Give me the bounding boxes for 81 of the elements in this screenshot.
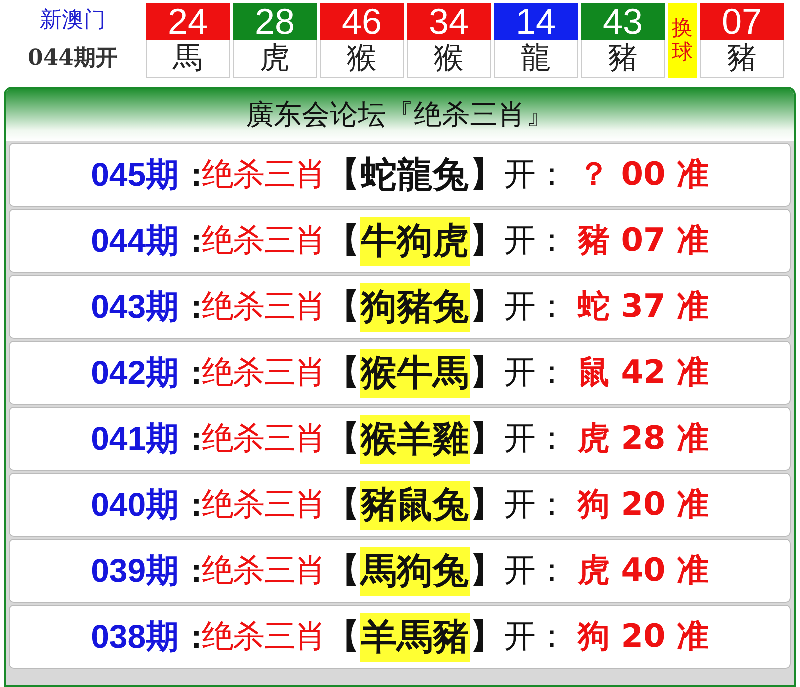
period-number: 044期 <box>91 220 180 260</box>
zodiac-label: 馬 <box>146 40 230 78</box>
bracket-text: 】 <box>470 550 504 593</box>
pick-text: 豬鼠兔 <box>360 480 470 530</box>
bracket-text: 】 <box>470 616 504 659</box>
pick-text: 狗豬兔 <box>360 282 470 332</box>
zodiac-label: 虎 <box>233 40 317 78</box>
open-label: 开： <box>504 352 568 393</box>
period-label: 044期开 <box>28 44 118 73</box>
period-number: 040期 <box>91 484 180 524</box>
period-number: 039期 <box>91 550 180 590</box>
prediction-label: 绝杀三肖 <box>202 418 326 459</box>
result-text: 狗 20 准 <box>578 484 709 525</box>
result-text: 蛇 37 准 <box>578 286 709 327</box>
prediction-label: 绝杀三肖 <box>202 286 326 327</box>
colon-text: : <box>191 354 202 392</box>
result-text: 豬 07 准 <box>578 220 709 261</box>
bracket-text: 【 <box>326 154 360 197</box>
result-text: 狗 20 准 <box>578 616 709 657</box>
ball-number: 07 <box>700 3 784 40</box>
ball-number: 14 <box>494 3 578 40</box>
colon-text: : <box>191 222 202 260</box>
bracket-text: 【 <box>326 550 360 593</box>
prediction-label: 绝杀三肖 <box>202 352 326 393</box>
panel-title: 廣东会论坛『绝杀三肖』 <box>6 89 794 141</box>
open-label: 开： <box>504 154 568 195</box>
bracket-text: 【 <box>326 352 360 395</box>
prediction-label: 绝杀三肖 <box>202 220 326 261</box>
result-text: ？ 00 准 <box>578 154 709 195</box>
colon-text: : <box>191 288 202 326</box>
colon-text: : <box>191 552 202 590</box>
open-label: 开： <box>504 484 568 525</box>
site-name: 新澳门 <box>40 7 106 35</box>
colon-text: : <box>191 618 202 656</box>
result-text: 虎 40 准 <box>578 550 709 591</box>
ball-number: 46 <box>320 3 404 40</box>
result-text: 鼠 42 准 <box>578 352 709 393</box>
pick-text: 猴牛馬 <box>360 348 470 398</box>
period-number: 042期 <box>91 352 180 392</box>
period-number: 045期 <box>91 154 180 194</box>
prediction-label: 绝杀三肖 <box>202 550 326 591</box>
ball-number: 34 <box>407 3 491 40</box>
bracket-text: 】 <box>470 286 504 329</box>
period-number: 041期 <box>91 418 180 458</box>
pick-text: 蛇龍兔 <box>360 154 470 198</box>
zodiac-label: 豬 <box>700 40 784 78</box>
bracket-text: 】 <box>470 352 504 395</box>
bracket-text: 【 <box>326 220 360 263</box>
colon-text: : <box>191 156 202 194</box>
prediction-label: 绝杀三肖 <box>202 616 326 657</box>
bracket-text: 【 <box>326 616 360 659</box>
zodiac-label: 龍 <box>494 40 578 78</box>
prediction-label: 绝杀三肖 <box>202 484 326 525</box>
pick-text: 羊馬豬 <box>360 612 470 662</box>
bracket-text: 】 <box>470 418 504 461</box>
open-label: 开： <box>504 286 568 327</box>
zodiac-label: 猴 <box>407 40 491 78</box>
bracket-text: 】 <box>470 220 504 263</box>
ball-number: 28 <box>233 3 317 40</box>
open-label: 开： <box>504 616 568 657</box>
prediction-label: 绝杀三肖 <box>202 154 326 195</box>
open-label: 开： <box>504 418 568 459</box>
period-number: 043期 <box>91 286 180 326</box>
bracket-text: 】 <box>470 484 504 527</box>
period-number: 038期 <box>91 616 180 656</box>
zodiac-label: 猴 <box>320 40 404 78</box>
ball-number: 43 <box>581 3 665 40</box>
ball-number: 24 <box>146 3 230 40</box>
bracket-text: 【 <box>326 286 360 329</box>
pick-text: 馬狗兔 <box>360 546 470 596</box>
colon-text: : <box>191 486 202 524</box>
pick-text: 牛狗虎 <box>360 216 470 266</box>
special-label: 换球 <box>668 3 697 78</box>
open-label: 开： <box>504 220 568 261</box>
zodiac-label: 豬 <box>581 40 665 78</box>
result-text: 虎 28 准 <box>578 418 709 459</box>
bracket-text: 】 <box>470 154 504 197</box>
colon-text: : <box>191 420 202 458</box>
pick-text: 猴羊雞 <box>360 414 470 464</box>
open-label: 开： <box>504 550 568 591</box>
bracket-text: 【 <box>326 418 360 461</box>
